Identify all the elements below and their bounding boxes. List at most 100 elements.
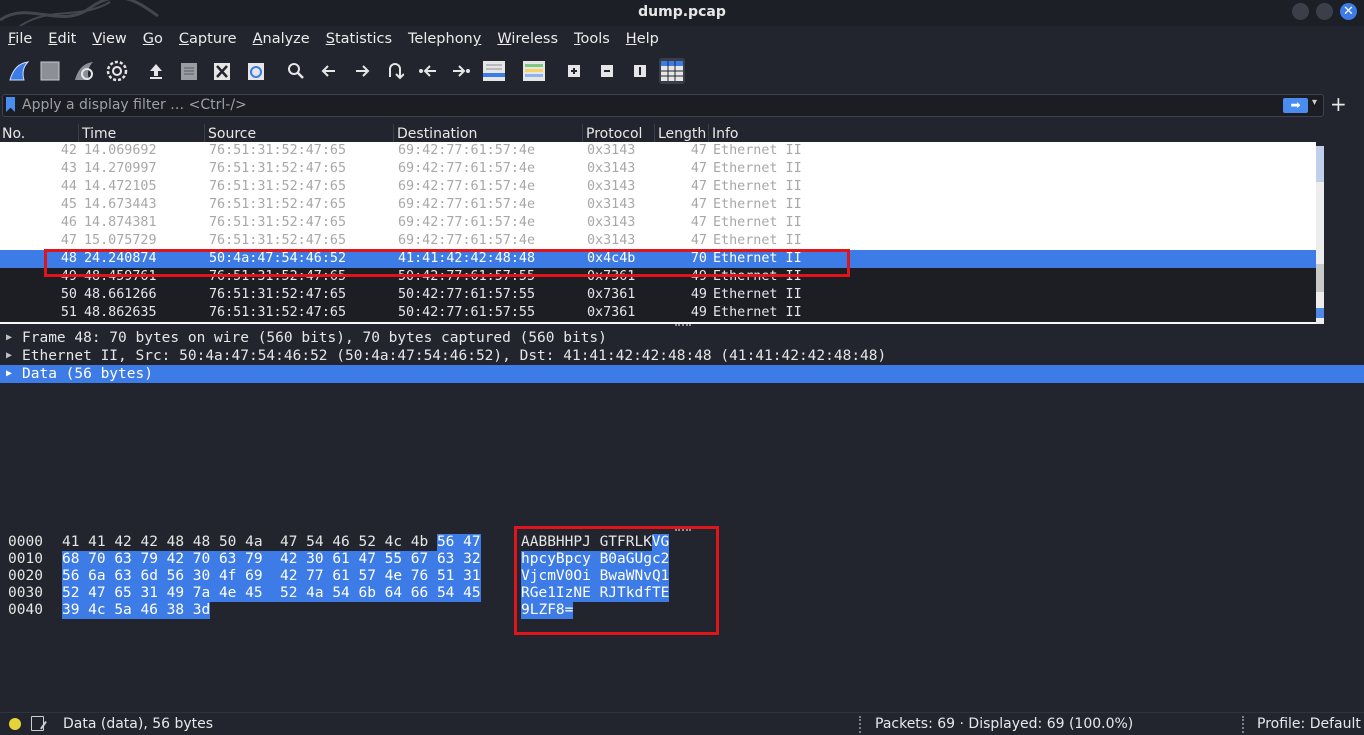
column-header[interactable]: No. [2, 126, 25, 142]
hex-byte[interactable]: 6b [358, 585, 385, 602]
file-set-icon[interactable] [176, 58, 202, 84]
menu-item[interactable]: Analyze [245, 28, 318, 52]
menu-item[interactable]: Go [135, 28, 171, 52]
column-header[interactable]: Protocol [586, 126, 642, 142]
hex-byte[interactable]: 63 [114, 551, 141, 568]
hex-byte[interactable]: 47 [88, 585, 115, 602]
hex-byte[interactable]: 52 [358, 534, 375, 551]
hex-byte[interactable]: 4a [306, 585, 333, 602]
menu-item[interactable]: Telephony [400, 28, 489, 52]
hex-byte[interactable]: 4e [218, 585, 246, 602]
hex-byte[interactable]: 4a [245, 534, 262, 551]
table-row[interactable]: 47 15.075729 76:51:31:52:47:65 69:42:77:61:… [0, 232, 1316, 250]
expand-arrow-icon[interactable]: ▶ [6, 347, 12, 365]
resize-columns-icon[interactable] [659, 58, 685, 84]
hex-byte[interactable]: 42 [166, 551, 193, 568]
expert-info-indicator-icon[interactable] [9, 718, 21, 730]
forward-icon[interactable] [349, 58, 375, 84]
menu-item[interactable]: Tools [566, 28, 618, 52]
hex-byte[interactable]: 50 [219, 534, 236, 551]
apply-filter-button[interactable]: ➡ [1283, 98, 1308, 113]
hex-byte[interactable]: 63 [114, 568, 141, 585]
menu-item[interactable]: Capture [171, 28, 245, 52]
hex-byte[interactable]: 39 [62, 602, 89, 619]
column-header[interactable]: Destination [397, 126, 477, 142]
hex-byte[interactable]: 52 [280, 585, 307, 602]
hex-byte[interactable]: 56 [436, 534, 464, 551]
capture-comment-icon[interactable] [31, 716, 44, 731]
hex-byte[interactable]: 55 [384, 551, 411, 568]
selected-packet-row[interactable]: 48 24.240874 50:4a:47:54:46:52 41:41:42:42:… [0, 250, 1316, 268]
table-row[interactable]: 51 48.862635 76:51:31:52:47:65 50:42:77:61:… [0, 304, 1316, 322]
options-gear-icon[interactable] [104, 58, 130, 84]
hex-byte[interactable]: 70 [192, 551, 219, 568]
expand-arrow-icon[interactable]: ▶ [6, 365, 12, 383]
hex-byte[interactable]: 49 [166, 585, 193, 602]
ascii-text-highlighted[interactable]: hpcyBpcy B0aGUgc2 [521, 551, 670, 568]
detail-tree-item[interactable]: ▶ Ethernet II, Src: 50:4a:47:54:46:52 (50… [0, 347, 1364, 365]
close-window-button[interactable]: ✕ [1340, 3, 1357, 20]
normal-size-icon[interactable] [627, 58, 653, 84]
menu-item[interactable]: View [84, 28, 134, 52]
hex-byte[interactable]: 54 [332, 585, 359, 602]
ascii-text-highlighted[interactable]: VG [651, 534, 670, 551]
hex-byte[interactable]: 41 [88, 534, 105, 551]
ascii-text-highlighted[interactable]: VjcmV0Oi BwaWNvQ1 [521, 568, 670, 585]
hex-byte[interactable]: 51 [436, 568, 464, 585]
find-icon[interactable] [283, 58, 309, 84]
hex-byte[interactable]: 42 [280, 551, 307, 568]
first-icon[interactable] [415, 58, 441, 84]
table-row[interactable]: 43 14.270997 76:51:31:52:47:65 69:42:77:61:… [0, 160, 1316, 178]
hex-byte[interactable]: 42 [280, 568, 307, 585]
ascii-text[interactable]: AABBHHPJ GTFRLK [521, 534, 652, 551]
hex-byte[interactable]: 47 [280, 534, 297, 551]
hex-byte[interactable]: 77 [306, 568, 333, 585]
hex-byte[interactable]: 54 [306, 534, 323, 551]
hex-byte[interactable]: 4c [88, 602, 115, 619]
hex-byte[interactable]: 63 [218, 551, 246, 568]
hex-byte[interactable]: 61 [332, 568, 359, 585]
autoscroll-icon[interactable] [481, 58, 507, 84]
filter-history-dropdown-icon[interactable]: ▾ [1312, 97, 1317, 108]
hex-byte[interactable]: 57 [358, 568, 385, 585]
menu-item[interactable]: Edit [40, 28, 84, 52]
hex-byte[interactable]: 66 [410, 585, 437, 602]
hex-byte[interactable]: 4f [218, 568, 246, 585]
table-row[interactable]: 44 14.472105 76:51:31:52:47:65 69:42:77:61:… [0, 178, 1316, 196]
maximize-button[interactable] [1316, 3, 1333, 20]
pane-splitter-handle[interactable] [675, 529, 691, 531]
hex-byte[interactable]: 54 [436, 585, 464, 602]
hex-byte[interactable]: 46 [140, 602, 167, 619]
detail-tree-item[interactable]: ▶ Frame 48: 70 bytes on wire (560 bits), … [0, 329, 1364, 347]
hex-byte[interactable]: 79 [140, 551, 167, 568]
hex-byte[interactable]: 47 [358, 551, 385, 568]
table-row[interactable]: 45 14.673443 76:51:31:52:47:65 69:42:77:61:… [0, 196, 1316, 214]
menu-item[interactable]: Statistics [318, 28, 400, 52]
expand-arrow-icon[interactable]: ▶ [6, 329, 12, 347]
colorize-icon[interactable] [521, 58, 547, 84]
hex-byte[interactable]: 47 [463, 534, 481, 551]
hex-byte[interactable]: 45 [463, 585, 481, 602]
hex-byte[interactable]: 68 [62, 551, 89, 568]
table-row[interactable]: 42 14.069692 76:51:31:52:47:65 69:42:77:61:… [0, 142, 1316, 160]
back-icon[interactable] [316, 58, 342, 84]
reload-icon[interactable] [243, 58, 269, 84]
hex-byte[interactable]: 67 [410, 551, 437, 568]
hex-byte[interactable]: 3d [192, 602, 210, 619]
detail-tree-item[interactable]: ▶ Data (56 bytes) [0, 365, 1364, 383]
hex-byte[interactable]: 38 [166, 602, 193, 619]
column-header[interactable]: Info [712, 126, 739, 142]
hex-byte[interactable]: 52 [62, 585, 89, 602]
hex-byte[interactable]: 64 [384, 585, 411, 602]
hex-byte[interactable]: 7a [192, 585, 219, 602]
hex-byte[interactable]: 48 [193, 534, 210, 551]
table-row[interactable]: 49 48.459761 76:51:31:52:47:65 50:42:77:61:… [0, 268, 1316, 286]
hex-byte[interactable]: 76 [410, 568, 437, 585]
shark-fin-icon[interactable] [6, 58, 32, 84]
hex-byte[interactable]: 4c [385, 534, 402, 551]
packet-list-scroll-thumb[interactable] [1316, 264, 1324, 292]
hex-byte[interactable]: 46 [332, 534, 349, 551]
column-header[interactable]: Time [82, 126, 116, 142]
hex-byte[interactable]: 48 [167, 534, 184, 551]
zoom-in-icon[interactable] [561, 58, 587, 84]
